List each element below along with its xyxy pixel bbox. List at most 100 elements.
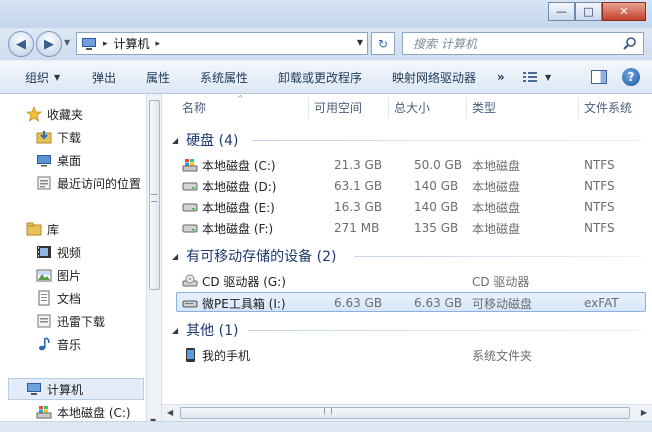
nav-pictures-label: 图片 — [57, 268, 82, 283]
drive-type: 可移动磁盘 — [472, 296, 533, 311]
back-button[interactable]: ◀ — [8, 31, 34, 57]
nav-local-disk-c-label: 本地磁盘 (C:) — [57, 405, 131, 420]
nav-computer[interactable]: 计算机 — [26, 379, 83, 399]
nav-desktop[interactable]: 桌面 — [36, 150, 81, 170]
column-header-type[interactable]: 类型 — [472, 94, 496, 120]
nav-music[interactable]: 音乐 — [36, 334, 81, 354]
drive-name-cell: 本地磁盘 (C:) — [182, 155, 276, 175]
collapse-triangle-icon[interactable]: ◢ — [172, 136, 178, 145]
column-divider[interactable] — [388, 98, 389, 118]
search-icon[interactable] — [623, 36, 637, 50]
horizontal-scroll-thumb[interactable] — [180, 407, 630, 419]
drive-name: 本地磁盘 (C:) — [202, 158, 276, 173]
uninstall-program-button[interactable]: 卸载或更改程序 — [278, 65, 362, 89]
drive-row-d[interactable]: 本地磁盘 (D:) 63.1 GB 140 GB 本地磁盘 NTFS — [176, 176, 646, 196]
drive-free-space: 21.3 GB — [334, 158, 383, 172]
breadcrumb-separator-end[interactable]: ▸ — [156, 39, 161, 49]
scroll-right-arrow-icon[interactable]: ▶ — [641, 408, 647, 417]
star-icon — [26, 106, 42, 122]
removable-disk-icon — [182, 300, 198, 308]
drive-file-system: NTFS — [584, 179, 615, 193]
recent-pages-dropdown[interactable]: ▼ — [64, 38, 70, 47]
navigation-pane: 收藏夹 下载 桌面 最近访问的位置 库 视频 图片 文档 迅雷下载 音乐 计算机 — [0, 94, 146, 432]
recent-places-icon — [37, 176, 51, 190]
preview-pane-icon[interactable] — [591, 70, 607, 84]
group-header-removable[interactable]: ◢ 有可移动存储的设备 (2) — [172, 245, 336, 267]
downloads-folder-icon — [36, 131, 52, 144]
column-divider[interactable] — [308, 98, 309, 118]
collapse-triangle-icon[interactable]: ◢ — [172, 252, 178, 261]
search-field[interactable] — [402, 32, 644, 55]
pictures-icon — [36, 269, 52, 282]
libraries-icon — [26, 222, 42, 236]
drive-type: 本地磁盘 — [472, 179, 521, 194]
column-divider[interactable] — [578, 98, 579, 118]
view-options-button[interactable]: ▼ — [522, 65, 551, 89]
nav-downloads[interactable]: 下载 — [36, 127, 81, 147]
horizontal-scrollbar[interactable]: ◀ ▶ — [162, 404, 652, 421]
drive-total-size: 140 GB — [414, 200, 459, 214]
desktop-icon — [37, 155, 51, 167]
group-divider — [248, 330, 642, 331]
nav-documents[interactable]: 文档 — [36, 288, 81, 308]
breadcrumb-separator[interactable]: ▸ — [103, 39, 108, 49]
drive-file-system: NTFS — [584, 158, 615, 172]
eject-button[interactable]: 弹出 — [92, 65, 116, 89]
nav-documents-label: 文档 — [57, 291, 82, 306]
drive-row-g[interactable]: CD 驱动器 (G:) CD 驱动器 — [176, 271, 646, 291]
organize-menu[interactable]: 组织 ▼ — [25, 65, 60, 89]
nav-favorites[interactable]: 收藏夹 — [26, 104, 83, 124]
more-commands-button[interactable]: » — [497, 65, 505, 89]
close-button[interactable]: ✕ — [602, 2, 646, 21]
other-row-phone[interactable]: 我的手机 系统文件夹 — [176, 345, 646, 365]
nav-recent-places[interactable]: 最近访问的位置 — [36, 173, 141, 193]
xunlei-folder-icon — [37, 314, 51, 328]
nav-xunlei-label: 迅雷下载 — [57, 314, 106, 329]
refresh-icon: ↻ — [377, 36, 389, 51]
nav-pictures[interactable]: 图片 — [36, 265, 81, 285]
drive-name: 微PE工具箱 (I:) — [202, 296, 286, 311]
drive-row-e[interactable]: 本地磁盘 (E:) 16.3 GB 140 GB 本地磁盘 NTFS — [176, 197, 646, 217]
maximize-button[interactable]: □ — [575, 2, 602, 21]
command-bar: 组织 ▼ 弹出 属性 系统属性 卸载或更改程序 映射网络驱动器 » ▼ ? — [0, 60, 652, 94]
column-divider[interactable] — [466, 98, 467, 118]
hard-drive-icon — [182, 224, 198, 233]
search-input[interactable] — [413, 36, 613, 51]
nav-videos[interactable]: 视频 — [36, 242, 81, 262]
minimize-button[interactable]: — — [548, 2, 575, 21]
hard-drive-icon — [182, 203, 198, 212]
forward-button[interactable]: ▶ — [36, 31, 62, 57]
nav-local-disk-c[interactable]: 本地磁盘 (C:) — [36, 402, 131, 422]
video-icon — [37, 246, 51, 258]
refresh-button[interactable]: ↻ — [371, 32, 395, 55]
column-header-total-size[interactable]: 总大小 — [394, 94, 430, 120]
column-header-file-system[interactable]: 文件系统 — [584, 94, 632, 120]
organize-label: 组织 — [25, 70, 50, 85]
file-list-pane: ^ 名称 可用空间 总大小 类型 文件系统 ◢ 硬盘 (4) 本地磁盘 (C:)… — [162, 94, 652, 432]
system-properties-button[interactable]: 系统属性 — [200, 65, 248, 89]
address-input[interactable]: ▸ 计算机 ▸ ▼ — [76, 32, 368, 55]
navigation-scrollbar[interactable]: ▼ — [146, 94, 162, 432]
nav-desktop-label: 桌面 — [57, 153, 82, 168]
drive-type: 本地磁盘 — [472, 158, 521, 173]
scroll-left-arrow-icon[interactable]: ◀ — [167, 408, 173, 417]
properties-button[interactable]: 属性 — [146, 65, 170, 89]
drive-row-i-selected[interactable]: 微PE工具箱 (I:) 6.63 GB 6.63 GB 可移动磁盘 exFAT — [176, 292, 646, 312]
group-header-hard-disks[interactable]: ◢ 硬盘 (4) — [172, 129, 238, 151]
column-header-free-space[interactable]: 可用空间 — [314, 94, 362, 120]
drive-type: 本地磁盘 — [472, 200, 521, 215]
collapse-triangle-icon[interactable]: ◢ — [172, 326, 178, 335]
drive-row-f[interactable]: 本地磁盘 (F:) 271 MB 135 GB 本地磁盘 NTFS — [176, 218, 646, 238]
nav-xunlei-downloads[interactable]: 迅雷下载 — [36, 311, 105, 331]
group-header-other[interactable]: ◢ 其他 (1) — [172, 319, 238, 341]
help-icon[interactable]: ? — [622, 68, 640, 86]
drive-type: 本地磁盘 — [472, 221, 521, 236]
drive-row-c[interactable]: 本地磁盘 (C:) 21.3 GB 50.0 GB 本地磁盘 NTFS — [176, 155, 646, 175]
map-network-drive-button[interactable]: 映射网络驱动器 — [392, 65, 476, 89]
column-header-name[interactable]: 名称 — [182, 94, 206, 120]
computer-icon — [82, 37, 96, 50]
breadcrumb-computer[interactable]: 计算机 — [114, 35, 150, 52]
drive-total-size: 140 GB — [414, 179, 459, 193]
address-dropdown-icon[interactable]: ▼ — [357, 38, 363, 47]
nav-libraries[interactable]: 库 — [26, 219, 59, 239]
